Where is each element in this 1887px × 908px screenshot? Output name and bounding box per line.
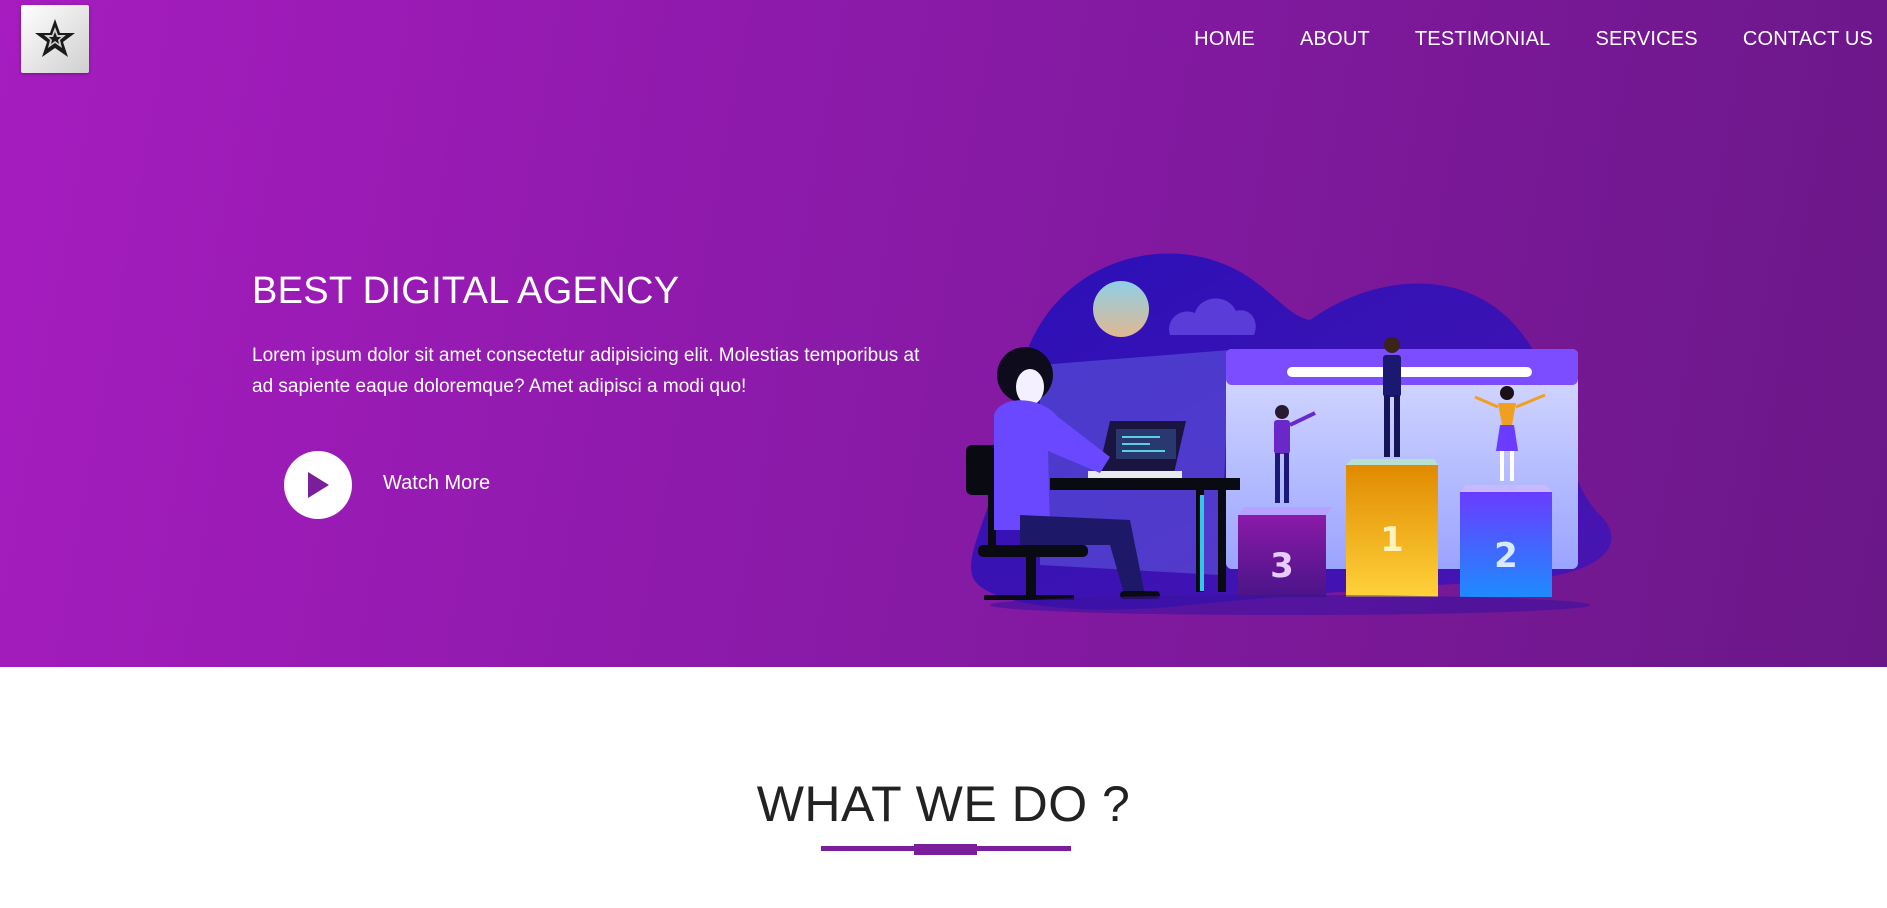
nav-services[interactable]: SERVICES [1595, 28, 1697, 51]
nav-about[interactable]: ABOUT [1300, 28, 1370, 51]
nav-contact-us[interactable]: CONTACT US [1743, 28, 1873, 51]
nav-home[interactable]: HOME [1194, 28, 1255, 51]
podium-2-label: 2 [1494, 536, 1518, 576]
section-title: WHAT WE DO ? [756, 776, 1131, 832]
podium-1-label: 1 [1380, 520, 1404, 560]
play-icon [308, 472, 329, 498]
hero-title: BEST DIGITAL AGENCY [252, 270, 680, 312]
hero-description: Lorem ipsum dolor sit amet consectetur a… [252, 345, 920, 397]
main-nav: HOME ABOUT TESTIMONIAL SERVICES CONTACT … [1149, 28, 1873, 51]
podium-3-label: 3 [1270, 546, 1294, 586]
watch-more-play-button[interactable] [284, 451, 352, 519]
star-logo-icon [35, 19, 75, 57]
nav-testimonial[interactable]: TESTIMONIAL [1415, 28, 1551, 51]
hero-illustration: 3 1 2 [966, 253, 1612, 615]
hero-section: HOME ABOUT TESTIMONIAL SERVICES CONTACT … [0, 0, 1887, 667]
watch-more-link[interactable]: Watch More [383, 472, 490, 495]
section-title-underline-accent [914, 844, 977, 855]
logo[interactable] [21, 5, 89, 73]
